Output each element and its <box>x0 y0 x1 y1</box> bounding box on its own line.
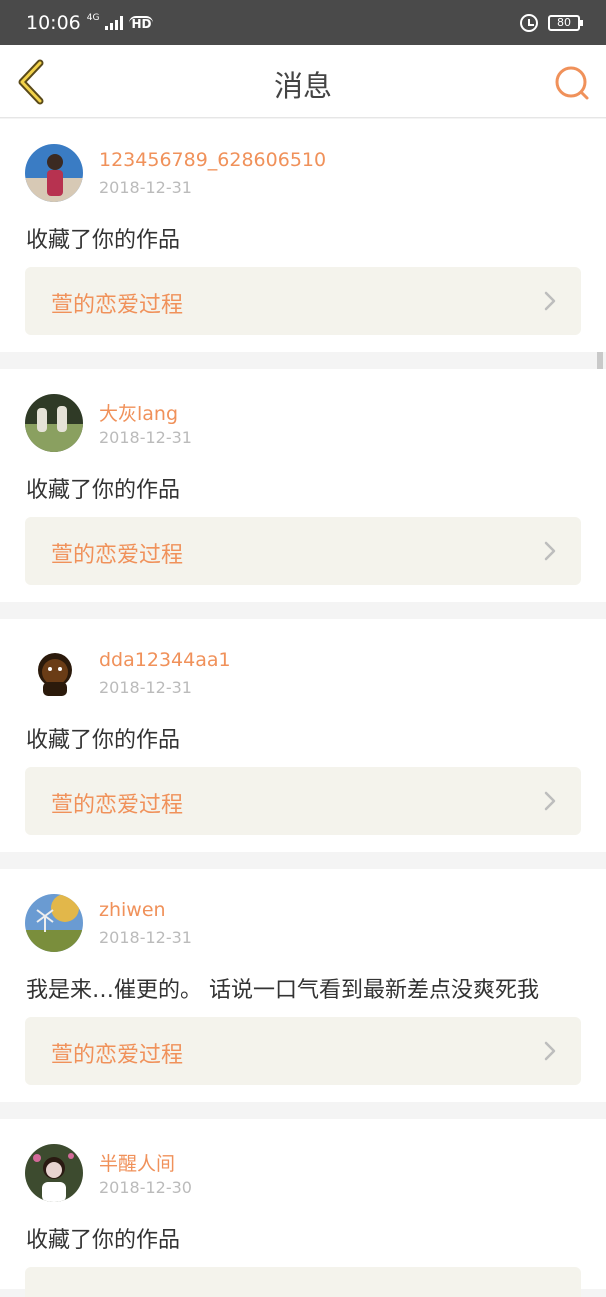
work-link[interactable]: 萱的恋爱过程 <box>25 517 581 585</box>
message-text: 收藏了你的作品 <box>26 1228 181 1253</box>
message-card: 半醒人间 2018-12-30 收藏了你的作品 <box>0 1119 606 1297</box>
avatar[interactable] <box>25 1144 83 1202</box>
top-nav-bar: 消息 <box>0 45 606 118</box>
network-type: 4G <box>86 13 100 23</box>
avatar[interactable] <box>25 894 83 952</box>
message-card: dda12344aa1 2018-12-31 收藏了你的作品 萱的恋爱过程 <box>0 619 606 852</box>
hd-icon: HD <box>129 15 154 31</box>
work-link[interactable] <box>25 1267 581 1297</box>
username-link[interactable]: 半醒人间 <box>99 1149 175 1176</box>
search-button[interactable] <box>552 63 592 103</box>
avatar[interactable] <box>25 394 83 452</box>
alarm-icon <box>520 13 538 32</box>
status-bar: 10:06 4G HD 80 <box>0 0 606 45</box>
work-title: 萱的恋爱过程 <box>51 293 184 318</box>
search-icon <box>555 66 589 100</box>
page-title: 消息 <box>273 69 332 103</box>
work-title: 萱的恋爱过程 <box>51 543 184 568</box>
work-title: 萱的恋爱过程 <box>51 1043 184 1068</box>
work-title: 萱的恋爱过程 <box>51 793 184 818</box>
status-time: 10:06 <box>26 11 81 34</box>
chevron-right-icon <box>544 541 556 561</box>
username-link[interactable]: 大灰lang <box>99 399 178 426</box>
avatar[interactable] <box>25 644 83 702</box>
avatar[interactable] <box>25 144 83 202</box>
message-date: 2018-12-31 <box>99 678 192 697</box>
work-link[interactable]: 萱的恋爱过程 <box>25 767 581 835</box>
username-link[interactable]: zhiwen <box>99 899 166 921</box>
chevron-right-icon <box>544 291 556 311</box>
work-link[interactable]: 萱的恋爱过程 <box>25 1017 581 1085</box>
chevron-right-icon <box>544 791 556 811</box>
chevron-right-icon <box>544 1041 556 1061</box>
message-date: 2018-12-30 <box>99 1178 192 1197</box>
message-text: 我是来…催更的。 话说一口气看到最新差点没爽死我 <box>26 978 539 1003</box>
work-link[interactable]: 萱的恋爱过程 <box>25 267 581 335</box>
message-text: 收藏了你的作品 <box>26 728 181 753</box>
battery-icon: 80 <box>548 14 583 31</box>
message-card: 123456789_628606510 2018-12-31 收藏了你的作品 萱… <box>0 119 606 352</box>
message-card: zhiwen 2018-12-31 我是来…催更的。 话说一口气看到最新差点没爽… <box>0 869 606 1102</box>
message-card: 大灰lang 2018-12-31 收藏了你的作品 萱的恋爱过程 <box>0 369 606 602</box>
message-list: 123456789_628606510 2018-12-31 收藏了你的作品 萱… <box>0 119 606 1297</box>
message-date: 2018-12-31 <box>99 178 192 197</box>
username-link[interactable]: dda12344aa1 <box>99 649 231 671</box>
signal-icon <box>105 15 124 30</box>
message-text: 收藏了你的作品 <box>26 228 181 253</box>
username-link[interactable]: 123456789_628606510 <box>99 149 326 171</box>
message-date: 2018-12-31 <box>99 428 192 447</box>
message-text: 收藏了你的作品 <box>26 478 181 503</box>
message-date: 2018-12-31 <box>99 928 192 947</box>
